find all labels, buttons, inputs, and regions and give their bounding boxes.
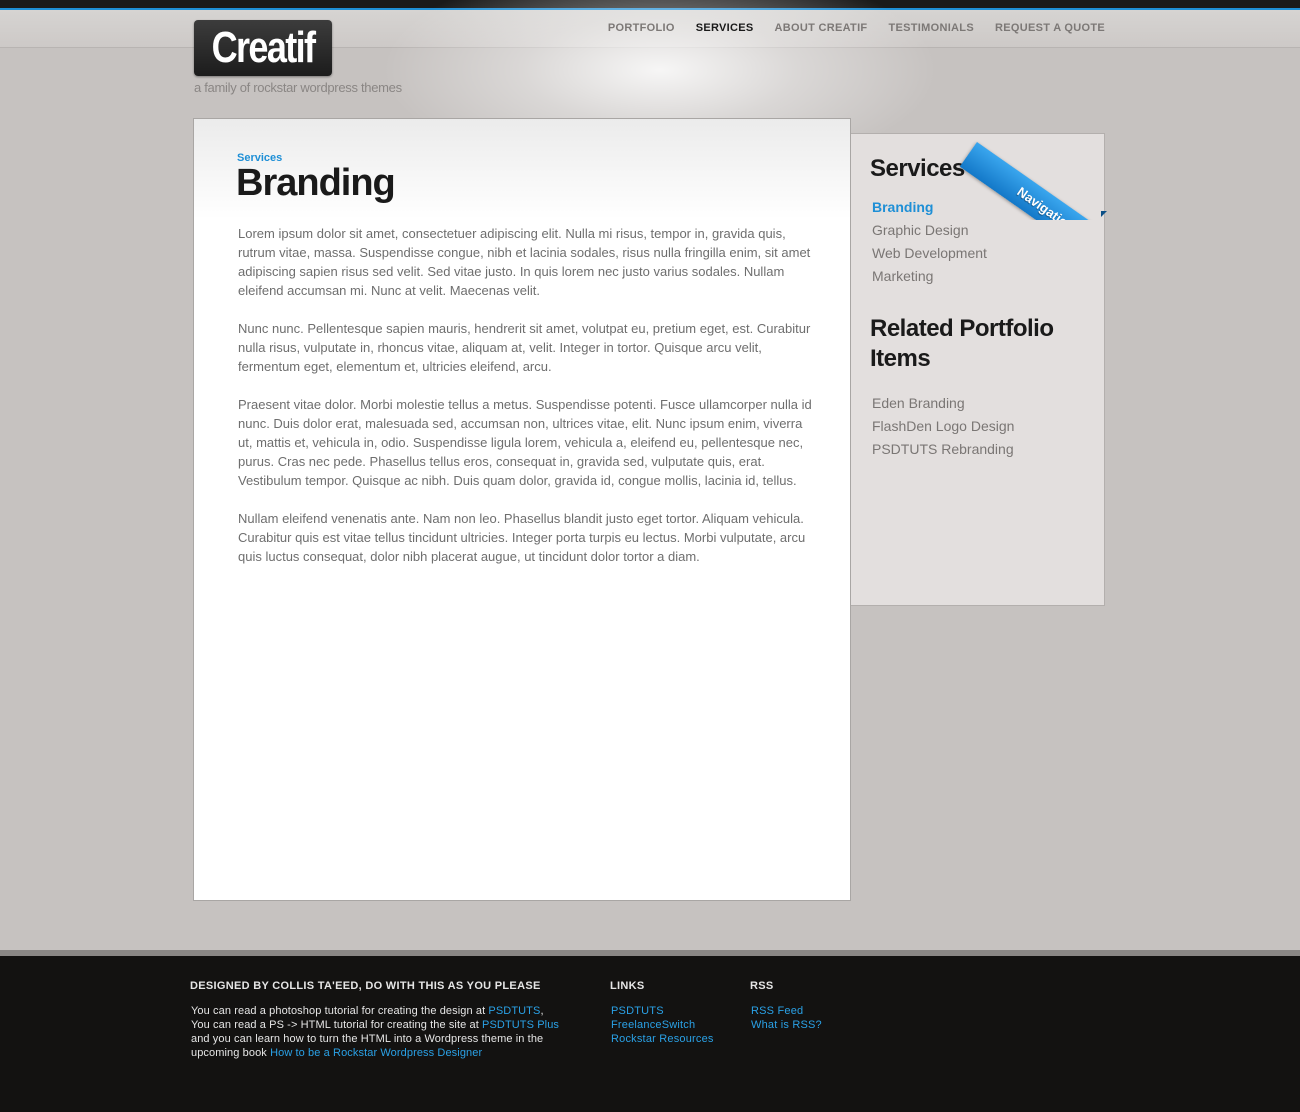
sidebar-item-graphic-design[interactable]: Graphic Design bbox=[872, 219, 987, 242]
related-heading-line: Items bbox=[870, 345, 931, 372]
footer-link-psdtuts-plus[interactable]: PSDTUTS Plus bbox=[482, 1019, 559, 1031]
ribbon-fold bbox=[1101, 211, 1107, 217]
site-tagline: a family of rockstar wordpress themes bbox=[194, 80, 402, 95]
nav-item-services[interactable]: SERVICES bbox=[696, 22, 754, 36]
paragraph: Lorem ipsum dolor sit amet, consectetuer… bbox=[238, 226, 811, 298]
related-portfolio-list: Eden Branding FlashDen Logo Design PSDTU… bbox=[872, 392, 1014, 461]
footer-link-rockstar-book[interactable]: How to be a Rockstar Wordpress Designer bbox=[270, 1047, 482, 1059]
footer-credit-text: You can read a photoshop tutorial for cr… bbox=[191, 1004, 571, 1060]
ribbon-band: Navigation bbox=[959, 142, 1109, 220]
footer-link-psdtuts[interactable]: PSDTUTS bbox=[488, 1005, 540, 1017]
related-item-eden-branding[interactable]: Eden Branding bbox=[872, 392, 1014, 415]
nav-item-request-quote[interactable]: REQUEST A QUOTE bbox=[995, 22, 1105, 36]
navigation-ribbon: Navigation bbox=[957, 130, 1109, 220]
footer-line: and you can learn how to turn the HTML i… bbox=[191, 1032, 571, 1060]
footer-line: You can read a PS -> HTML tutorial for c… bbox=[191, 1018, 571, 1032]
main-content-panel: Services Branding Lorem ipsum dolor sit … bbox=[193, 118, 851, 901]
site-logo[interactable]: Creatif bbox=[194, 20, 332, 76]
main-nav: PORTFOLIO SERVICES ABOUT CREATIF TESTIMO… bbox=[605, 22, 1105, 36]
sidebar-item-web-development[interactable]: Web Development bbox=[872, 242, 987, 265]
footer-credit-heading: DESIGNED BY COLLIS TA'EED, DO WITH THIS … bbox=[190, 980, 541, 992]
nav-item-testimonials[interactable]: TESTIMONIALS bbox=[888, 22, 974, 36]
related-portfolio-heading: Related Portfolio Items bbox=[870, 314, 1054, 374]
nav-item-portfolio[interactable]: PORTFOLIO bbox=[608, 22, 675, 36]
footer-text: You can read a PS -> HTML tutorial for c… bbox=[191, 1019, 483, 1031]
logo-text: Creatif bbox=[211, 23, 316, 72]
footer-link[interactable]: PSDTUTS bbox=[611, 1004, 714, 1018]
footer-links-heading: LINKS bbox=[610, 980, 645, 992]
article-body: Lorem ipsum dolor sit amet, consectetuer… bbox=[238, 224, 813, 585]
rss-feed-link[interactable]: RSS Feed bbox=[751, 1004, 822, 1018]
related-heading-line: Related Portfolio bbox=[870, 315, 1054, 342]
paragraph: Nullam eleifend venenatis ante. Nam non … bbox=[238, 511, 806, 564]
related-item-psdtuts-rebranding[interactable]: PSDTUTS Rebranding bbox=[872, 438, 1014, 461]
top-accent-bar bbox=[0, 0, 1300, 10]
sidebar-services-heading: Services bbox=[870, 155, 965, 182]
ribbon-label: Navigation bbox=[1014, 183, 1078, 220]
nav-item-about[interactable]: ABOUT CREATIF bbox=[775, 22, 868, 36]
footer: DESIGNED BY COLLIS TA'EED, DO WITH THIS … bbox=[0, 956, 1300, 1112]
footer-link[interactable]: Rockstar Resources bbox=[611, 1032, 714, 1046]
paragraph: Praesent vitae dolor. Morbi molestie tel… bbox=[238, 397, 812, 488]
what-is-rss-link[interactable]: What is RSS? bbox=[751, 1018, 822, 1032]
footer-links-list: PSDTUTS FreelanceSwitch Rockstar Resourc… bbox=[611, 1004, 714, 1046]
paragraph: Nunc nunc. Pellentesque sapien mauris, h… bbox=[238, 321, 811, 374]
footer-text: You can read a photoshop tutorial for cr… bbox=[191, 1005, 489, 1017]
sidebar-item-marketing[interactable]: Marketing bbox=[872, 265, 987, 288]
footer-line: You can read a photoshop tutorial for cr… bbox=[191, 1004, 571, 1018]
footer-link[interactable]: FreelanceSwitch bbox=[611, 1018, 714, 1032]
footer-text: , bbox=[540, 1005, 544, 1017]
footer-rss-list: RSS Feed What is RSS? bbox=[751, 1004, 822, 1032]
footer-rss-heading: RSS bbox=[750, 980, 774, 992]
related-item-flashden-logo[interactable]: FlashDen Logo Design bbox=[872, 415, 1014, 438]
page-title: Branding bbox=[236, 162, 396, 204]
